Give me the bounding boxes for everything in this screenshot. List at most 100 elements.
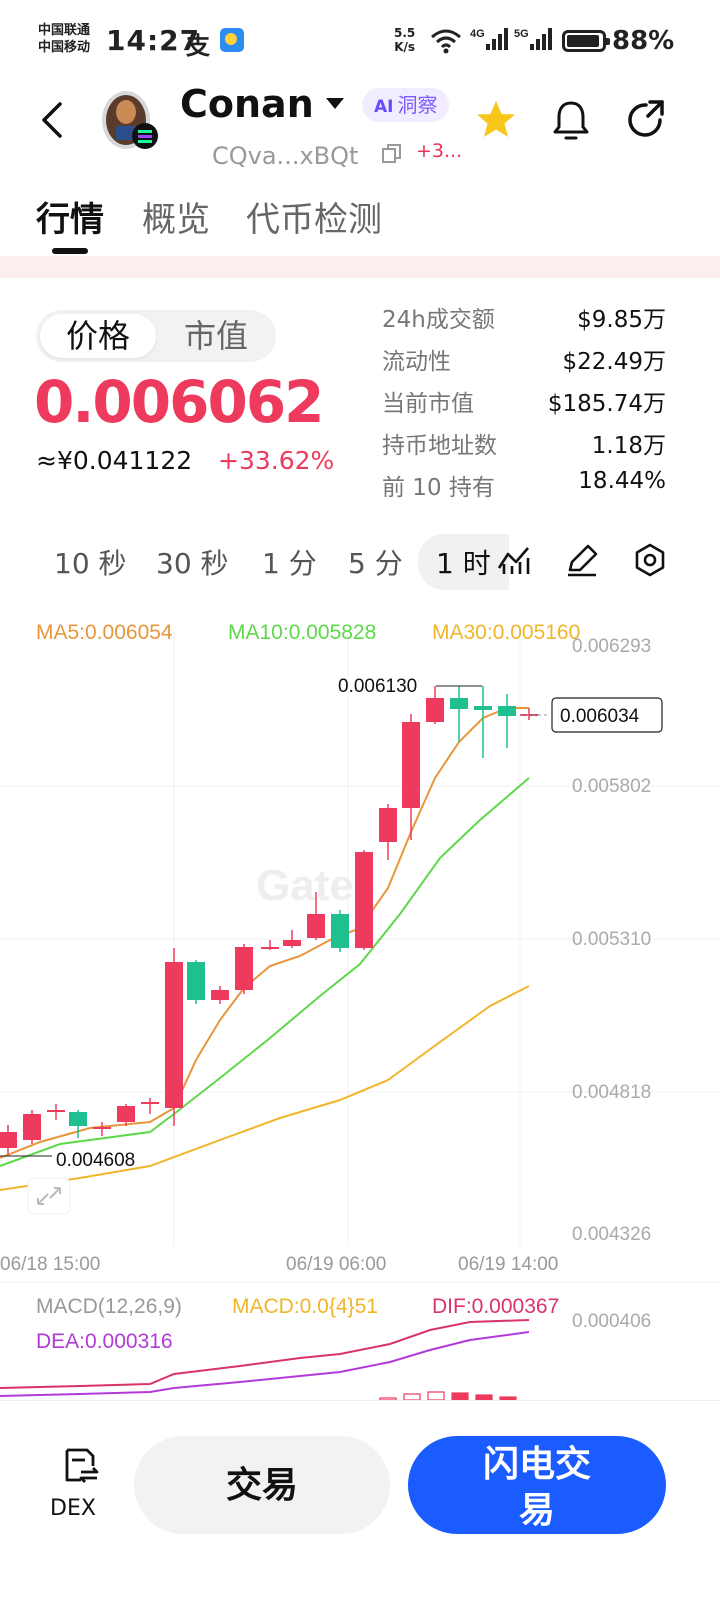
price-mcap-toggle: 价格 市值 — [36, 310, 276, 362]
interval-1m[interactable]: 1 分 — [262, 542, 317, 582]
candle-body — [235, 947, 253, 990]
dea-value: DEA:0.000316 — [36, 1330, 173, 1353]
price-change: +33.62% — [218, 446, 335, 475]
weather-icon — [220, 28, 244, 52]
candle-body — [355, 852, 373, 948]
candle-body — [498, 706, 516, 716]
stat-value: $22.49万 — [562, 349, 666, 375]
chains-more[interactable]: +3... — [416, 140, 462, 162]
candle-body — [93, 1127, 111, 1129]
current-price: 0.006062 — [34, 368, 325, 436]
alipay-icon: 支 — [186, 32, 210, 60]
carrier-1: 中国联通 — [38, 23, 91, 38]
dex-icon — [65, 1448, 98, 1483]
candle-body — [187, 962, 205, 1000]
candle-body — [261, 947, 279, 949]
tab-bar: 行情 概览 代币检测 — [0, 186, 720, 256]
stat-value: 18.44% — [578, 468, 666, 494]
candle-body — [474, 706, 492, 710]
signal-5g-icon: 5G — [514, 26, 552, 56]
low-label: 0.004608 — [56, 1150, 135, 1171]
stat-row: 持币地址数 1.18万 — [382, 422, 666, 464]
y-tick: 0.006293 — [572, 636, 651, 657]
stat-label: 持币地址数 — [382, 433, 497, 459]
macd-tick: 0.000406 — [572, 1311, 651, 1332]
notice-band — [0, 256, 720, 278]
battery-icon — [562, 30, 610, 52]
y-tick: 0.005310 — [572, 929, 651, 950]
dex-label: DEX — [50, 1496, 96, 1521]
ai-badge-label: 洞察 — [397, 93, 438, 117]
x-tick: 06/19 14:00 — [458, 1254, 558, 1275]
back-icon[interactable] — [36, 100, 72, 140]
macd-value: MACD:0.0{4}51 — [232, 1295, 378, 1318]
favorite-star-icon[interactable] — [474, 98, 518, 142]
candle-body — [141, 1102, 159, 1104]
x-tick: 06/18 15:00 — [0, 1254, 100, 1275]
candle-body — [283, 940, 301, 946]
candle-body — [47, 1110, 65, 1112]
status-bar: 中国联通 中国移动 14:27 支 5.5 K/s 4G 5G 88% — [0, 0, 720, 84]
fullscreen-button[interactable] — [27, 1177, 71, 1215]
stat-row: 前 10 持有 18.44% — [382, 464, 666, 506]
candle-body — [165, 962, 183, 1108]
bell-icon[interactable] — [550, 98, 592, 142]
stats-panel: 24h成交额 $9.85万 流动性 $22.49万 当前市值 $185.74万 持币地… — [382, 296, 666, 506]
ma10-line — [0, 777, 530, 1167]
copy-icon[interactable] — [382, 144, 402, 164]
candlestick-chart[interactable]: Gate 0.006130 0.004608 MA5:0.006054 MA10:… — [0, 610, 720, 1410]
ai-insight-badge[interactable]: AI 洞察 — [362, 88, 450, 122]
draw-pencil-icon[interactable] — [564, 542, 600, 578]
tab-token-check[interactable]: 代币检测 — [246, 192, 382, 241]
stat-label: 前 10 持有 — [382, 475, 495, 501]
token-address: CQva...xBQt — [212, 142, 359, 170]
signal-4g-label: 4G — [470, 28, 485, 40]
indicator-icon[interactable] — [496, 542, 532, 578]
wifi-icon — [431, 29, 461, 54]
dif-value: DIF:0.000367 — [432, 1295, 559, 1318]
tab-market[interactable]: 行情 — [36, 192, 104, 241]
signal-4g-icon: 4G — [470, 26, 508, 56]
flash-label-1: 闪电交 — [482, 1443, 591, 1484]
signal-5g-label: 5G — [514, 28, 529, 40]
net-speed-value: 5.5 — [394, 26, 416, 40]
carrier-2: 中国移动 — [38, 40, 91, 55]
interval-30s[interactable]: 30 秒 — [156, 542, 229, 582]
stat-value: $9.85万 — [577, 307, 666, 333]
y-tick: 0.004818 — [572, 1082, 651, 1103]
dex-button[interactable]: DEX — [44, 1446, 106, 1521]
tab-indicator — [52, 248, 88, 254]
interval-5m[interactable]: 5 分 — [348, 542, 403, 582]
stat-row: 24h成交额 $9.85万 — [382, 296, 666, 338]
settings-icon[interactable] — [632, 542, 668, 578]
stat-value: 1.18万 — [591, 433, 666, 459]
flash-trade-button[interactable]: 闪电交 易 — [408, 1436, 666, 1534]
net-speed: 5.5 K/s — [394, 26, 415, 54]
toggle-market-cap[interactable]: 市值 — [158, 310, 274, 362]
ai-badge-prefix: AI — [374, 97, 394, 117]
share-icon[interactable] — [624, 98, 668, 142]
ma10-label: MA10:0.005828 — [228, 621, 376, 644]
current-price-label: 0.006034 — [560, 706, 640, 727]
candle-body — [379, 808, 397, 842]
tab-overview[interactable]: 概览 — [142, 192, 210, 241]
bottom-divider — [0, 1400, 720, 1401]
macd-hist-bar — [427, 1391, 445, 1401]
ma5-line — [0, 707, 529, 1159]
candle-body — [426, 698, 444, 722]
chevron-down-icon[interactable] — [326, 98, 344, 109]
trade-button[interactable]: 交易 — [134, 1436, 390, 1534]
candle-body — [307, 914, 325, 938]
toggle-price[interactable]: 价格 — [40, 314, 156, 358]
stat-row: 流动性 $22.49万 — [382, 338, 666, 380]
candle-body — [211, 990, 229, 1000]
ma5-label: MA5:0.006054 — [36, 621, 173, 644]
stat-label: 流动性 — [382, 349, 451, 375]
stat-label: 24h成交额 — [382, 307, 495, 333]
ma30-label: MA30:0.005160 — [432, 621, 580, 644]
candle-body — [331, 914, 349, 948]
token-name[interactable]: Conan — [180, 82, 314, 126]
battery-percent: 88% — [612, 26, 675, 56]
interval-10s[interactable]: 10 秒 — [54, 542, 127, 582]
carrier-info: 中国联通 中国移动 — [38, 22, 90, 56]
